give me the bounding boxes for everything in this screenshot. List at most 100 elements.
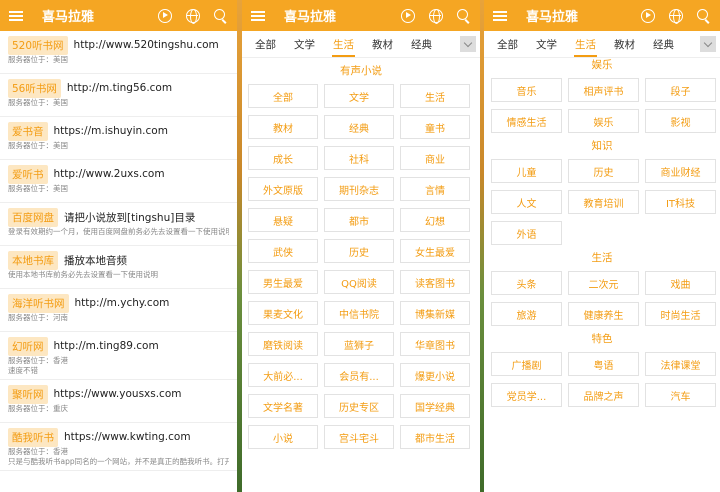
site-name-tag[interactable]: 幻听网 <box>8 336 48 356</box>
tab-教材[interactable]: 教材 <box>605 31 644 57</box>
site-name-tag[interactable]: 520听书网 <box>8 35 68 55</box>
category-cell[interactable]: 头条 <box>491 271 562 295</box>
category-cell[interactable]: 童书 <box>400 115 470 139</box>
chevron-down-icon[interactable] <box>460 36 476 52</box>
category-cell[interactable]: 期刊杂志 <box>324 177 394 201</box>
category-cell[interactable]: 外文原版 <box>248 177 318 201</box>
site-list-item[interactable]: 聚听网 https://www.yousxs.com 服务器位于：重庆 <box>0 380 237 423</box>
category-cell[interactable]: 历史专区 <box>324 394 394 418</box>
category-cell[interactable]: 言情 <box>400 177 470 201</box>
site-list-item[interactable]: 酷我听书 https://www.kwting.com 服务器位于：香港 只是与酷我听… <box>0 423 237 471</box>
category-cell[interactable]: 小说 <box>248 425 318 449</box>
search-icon[interactable] <box>696 8 712 24</box>
chevron-down-icon[interactable] <box>700 36 716 52</box>
category-cell[interactable]: 都市生活 <box>400 425 470 449</box>
globe-icon[interactable] <box>185 8 201 24</box>
category-cell[interactable]: 宫斗宅斗 <box>324 425 394 449</box>
category-cell[interactable]: 成长 <box>248 146 318 170</box>
site-list-item[interactable]: 爱听书 http://www.2uxs.com 服务器位于：美国 <box>0 160 237 203</box>
category-cell[interactable]: 蓝狮子 <box>324 332 394 356</box>
site-list-item[interactable]: 56听书网 http://m.ting56.com 服务器位于：美国 <box>0 74 237 117</box>
category-cell[interactable]: 教育培训 <box>568 190 639 214</box>
site-list-item[interactable]: 幻听网 http://m.ting89.com 服务器位于：香港 速度不错 <box>0 332 237 380</box>
category-cell[interactable]: 历史 <box>324 239 394 263</box>
site-list-item[interactable]: 百度网盘 请把小说放到[tingshu]目录 登录有效期约一个月，使用百度网盘前务必… <box>0 203 237 246</box>
play-icon[interactable] <box>400 8 416 24</box>
category-cell[interactable]: 幻想 <box>400 208 470 232</box>
category-cell[interactable]: 大前必... <box>248 363 318 387</box>
category-cell[interactable]: 爆更小说 <box>400 363 470 387</box>
category-cell[interactable]: 文学 <box>324 84 394 108</box>
search-icon[interactable] <box>456 8 472 24</box>
category-cell[interactable]: 武侠 <box>248 239 318 263</box>
play-icon[interactable] <box>640 8 656 24</box>
category-cell[interactable]: 汽车 <box>645 383 716 407</box>
category-cell[interactable]: 社科 <box>324 146 394 170</box>
tab-生活[interactable]: 生活 <box>324 31 363 57</box>
category-cell[interactable]: 旅游 <box>491 302 562 326</box>
tab-全部[interactable]: 全部 <box>246 31 285 57</box>
category-cell[interactable]: 商业 <box>400 146 470 170</box>
category-cell[interactable]: 情感生活 <box>491 109 562 133</box>
category-cell[interactable]: 党员学... <box>491 383 562 407</box>
category-cell[interactable]: 时尚生活 <box>645 302 716 326</box>
site-name-tag[interactable]: 聚听网 <box>8 384 48 404</box>
category-cell[interactable]: 都市 <box>324 208 394 232</box>
category-cell[interactable]: 段子 <box>645 78 716 102</box>
site-name-tag[interactable]: 百度网盘 <box>8 207 58 227</box>
category-cell[interactable]: 商业财经 <box>645 159 716 183</box>
category-cell[interactable]: 儿童 <box>491 159 562 183</box>
category-cell[interactable]: 教材 <box>248 115 318 139</box>
category-cell[interactable]: 影视 <box>645 109 716 133</box>
category-cell[interactable]: IT科技 <box>645 190 716 214</box>
tab-教材[interactable]: 教材 <box>363 31 402 57</box>
tab-经典[interactable]: 经典 <box>644 31 683 57</box>
tab-文学[interactable]: 文学 <box>527 31 566 57</box>
tab-生活[interactable]: 生活 <box>566 31 605 57</box>
site-list-item[interactable]: 爱书音 https://m.ishuyin.com 服务器位于：美国 <box>0 117 237 160</box>
menu-icon[interactable] <box>492 8 508 24</box>
category-cell[interactable]: 历史 <box>568 159 639 183</box>
category-cell[interactable]: 会员有... <box>324 363 394 387</box>
globe-icon[interactable] <box>428 8 444 24</box>
category-cell[interactable]: 文学名著 <box>248 394 318 418</box>
site-name-tag[interactable]: 海洋听书网 <box>8 293 69 313</box>
category-cell[interactable]: 戏曲 <box>645 271 716 295</box>
site-name-tag[interactable]: 爱听书 <box>8 164 48 184</box>
category-cell[interactable]: 女生最爱 <box>400 239 470 263</box>
site-name-tag[interactable]: 酷我听书 <box>8 427 58 447</box>
globe-icon[interactable] <box>668 8 684 24</box>
site-list-item[interactable]: 海洋听书网 http://m.ychy.com 服务器位于：河南 <box>0 289 237 332</box>
category-cell[interactable]: 广播剧 <box>491 352 562 376</box>
category-cell[interactable]: 法律课堂 <box>645 352 716 376</box>
category-cell[interactable]: 经典 <box>324 115 394 139</box>
site-name-tag[interactable]: 56听书网 <box>8 78 61 98</box>
category-cell[interactable]: 粤语 <box>568 352 639 376</box>
category-cell[interactable]: 男生最爱 <box>248 270 318 294</box>
site-name-tag[interactable]: 爱书音 <box>8 121 48 141</box>
tab-文学[interactable]: 文学 <box>285 31 324 57</box>
tab-全部[interactable]: 全部 <box>488 31 527 57</box>
tab-经典[interactable]: 经典 <box>402 31 441 57</box>
category-cell[interactable]: 健康养生 <box>568 302 639 326</box>
category-cell[interactable]: 外语 <box>491 221 562 245</box>
category-cell[interactable]: 华章图书 <box>400 332 470 356</box>
site-name-tag[interactable]: 本地书库 <box>8 250 58 270</box>
category-cell[interactable]: 果麦文化 <box>248 301 318 325</box>
category-cell[interactable]: 品牌之声 <box>568 383 639 407</box>
category-cell[interactable]: 国学经典 <box>400 394 470 418</box>
category-cell[interactable]: 音乐 <box>491 78 562 102</box>
category-cell[interactable]: 读客图书 <box>400 270 470 294</box>
site-list-item[interactable]: 本地书库 播放本地音频 使用本地书库前务必先去设置看一下使用说明 <box>0 246 237 289</box>
menu-icon[interactable] <box>250 8 266 24</box>
category-cell[interactable]: 娱乐 <box>568 109 639 133</box>
category-cell[interactable]: 悬疑 <box>248 208 318 232</box>
site-list-item[interactable]: 520听书网 http://www.520tingshu.com 服务器位于：美国 <box>0 31 237 74</box>
category-cell[interactable]: QQ阅读 <box>324 270 394 294</box>
play-icon[interactable] <box>157 8 173 24</box>
category-cell[interactable]: 相声评书 <box>568 78 639 102</box>
category-cell[interactable]: 生活 <box>400 84 470 108</box>
category-cell[interactable]: 全部 <box>248 84 318 108</box>
category-cell[interactable]: 磨铁阅读 <box>248 332 318 356</box>
category-cell[interactable]: 人文 <box>491 190 562 214</box>
